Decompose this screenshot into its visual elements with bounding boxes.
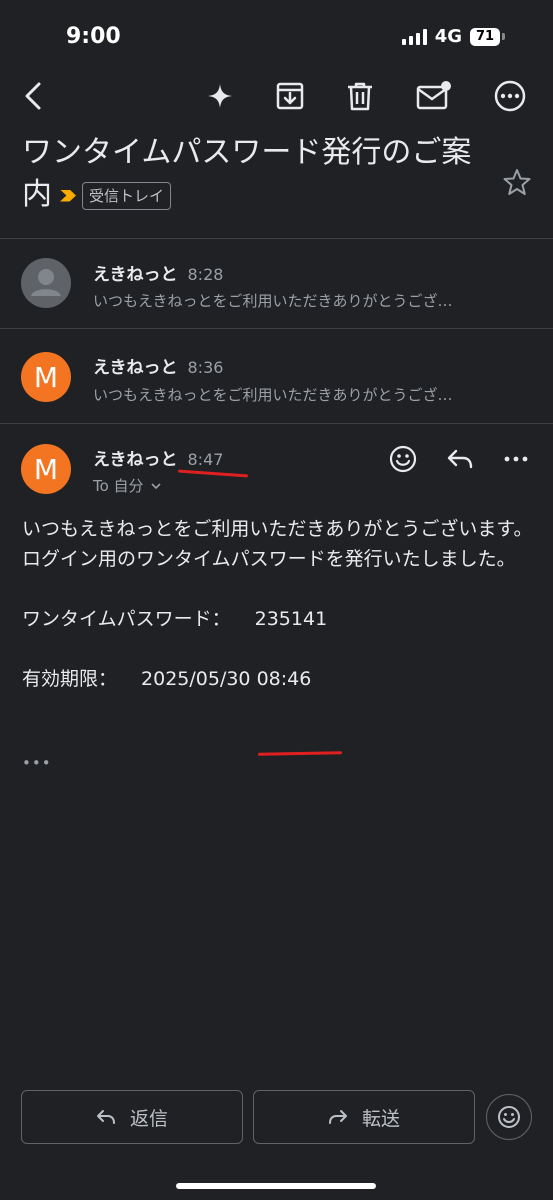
status-icons: 4G 71 [401, 26, 505, 47]
message-time: 8:47 [187, 450, 224, 469]
otp-value: 235141 [254, 608, 328, 630]
expiry-value: 2025/05/30 08:46 [141, 668, 312, 690]
avatar-m: M [21, 352, 71, 402]
recipient-toggle[interactable]: To 自分 [93, 475, 162, 496]
thread-message-1[interactable]: えきねっと 8:28 いつもえきねっとをご利用いただきありがとうござ… [0, 240, 553, 328]
sender-name: えきねっと [93, 265, 178, 285]
expiry-line: 有効期限： 2025/05/30 08:46 [22, 664, 537, 694]
divider [0, 423, 553, 424]
reply-bottom-button[interactable]: 返信 [21, 1090, 243, 1144]
archive-button[interactable] [270, 76, 310, 116]
mail-unread-icon [416, 81, 451, 110]
message-body: いつもえきねっとをご利用いただきありがとうございます。 ログイン用のワンタイムパ… [22, 514, 537, 694]
more-horizontal-icon [504, 456, 528, 462]
forward-label: 転送 [361, 1107, 400, 1130]
gemini-button[interactable] [200, 76, 240, 116]
back-arrow-icon [25, 82, 41, 110]
important-marker-icon [60, 189, 76, 202]
battery-level: 71 [470, 27, 500, 46]
message-time: 8:28 [187, 265, 224, 284]
status-time: 9:00 [66, 24, 121, 49]
message-snippet: いつもえきねっとをご利用いただきありがとうござ… [93, 386, 453, 404]
trash-icon [348, 82, 372, 111]
star-icon [503, 169, 531, 195]
emoji-reaction-button[interactable] [486, 1094, 532, 1140]
divider [0, 328, 553, 329]
message-time: 8:36 [187, 358, 224, 377]
home-indicator[interactable] [176, 1183, 376, 1189]
signal-icon [401, 28, 427, 45]
mark-unread-button[interactable] [412, 76, 456, 116]
thread-message-2[interactable]: M えきねっと 8:36 いつもえきねっとをご利用いただきありがとうござ… [0, 330, 553, 422]
delete-button[interactable] [340, 76, 380, 116]
network-type: 4G [434, 26, 462, 47]
avatar-default [21, 258, 71, 308]
thread-header: えきねっと 8:36 [93, 353, 223, 378]
open-message-header: えきねっと 8:47 [93, 445, 223, 470]
body-line: ログイン用のワンタイムパスワードを発行いたしました。 [22, 548, 516, 570]
emoji-icon [498, 1106, 520, 1128]
more-horizontal-circle-icon [494, 80, 526, 112]
reply-icon [447, 449, 473, 469]
avatar-m: M [21, 444, 71, 494]
annotation-underline [257, 751, 343, 756]
person-icon [31, 269, 61, 296]
sender-name: えきねっと [93, 358, 178, 378]
inbox-label-chip[interactable]: 受信トレイ [82, 181, 172, 210]
body-line: いつもえきねっとをご利用いただきありがとうございます。 [22, 518, 533, 540]
message-snippet: いつもえきねっとをご利用いただきありがとうござ… [93, 292, 453, 310]
forward-icon [328, 1110, 347, 1124]
star-button[interactable] [503, 168, 531, 200]
chevron-down-icon [151, 483, 161, 490]
sparkle-icon [208, 84, 232, 108]
otp-line: ワンタイムパスワード： 235141 [22, 604, 537, 634]
reply-icon [96, 1110, 115, 1124]
show-trimmed-content-button[interactable]: ••• [22, 754, 52, 772]
back-button[interactable] [14, 76, 54, 116]
reply-button[interactable] [446, 446, 474, 476]
sender-name: えきねっと [93, 450, 178, 470]
more-options-button[interactable] [488, 76, 532, 116]
thread-header: えきねっと 8:28 [93, 260, 223, 285]
reply-label: 返信 [129, 1107, 168, 1130]
expiry-label: 有効期限： [22, 668, 118, 690]
add-reaction-button[interactable] [388, 444, 418, 478]
otp-label: ワンタイムパスワード： [22, 608, 231, 630]
annotation-underline [177, 469, 249, 478]
forward-button[interactable]: 転送 [253, 1090, 475, 1144]
archive-icon [276, 82, 304, 110]
message-more-button[interactable] [503, 450, 529, 472]
email-subject: ワンタイムパスワード発行のご案内 受信トレイ [22, 132, 482, 216]
battery-icon: 71 [470, 27, 505, 46]
emoji-icon [389, 445, 417, 473]
divider [0, 238, 553, 239]
recipient-text: To 自分 [93, 477, 144, 495]
